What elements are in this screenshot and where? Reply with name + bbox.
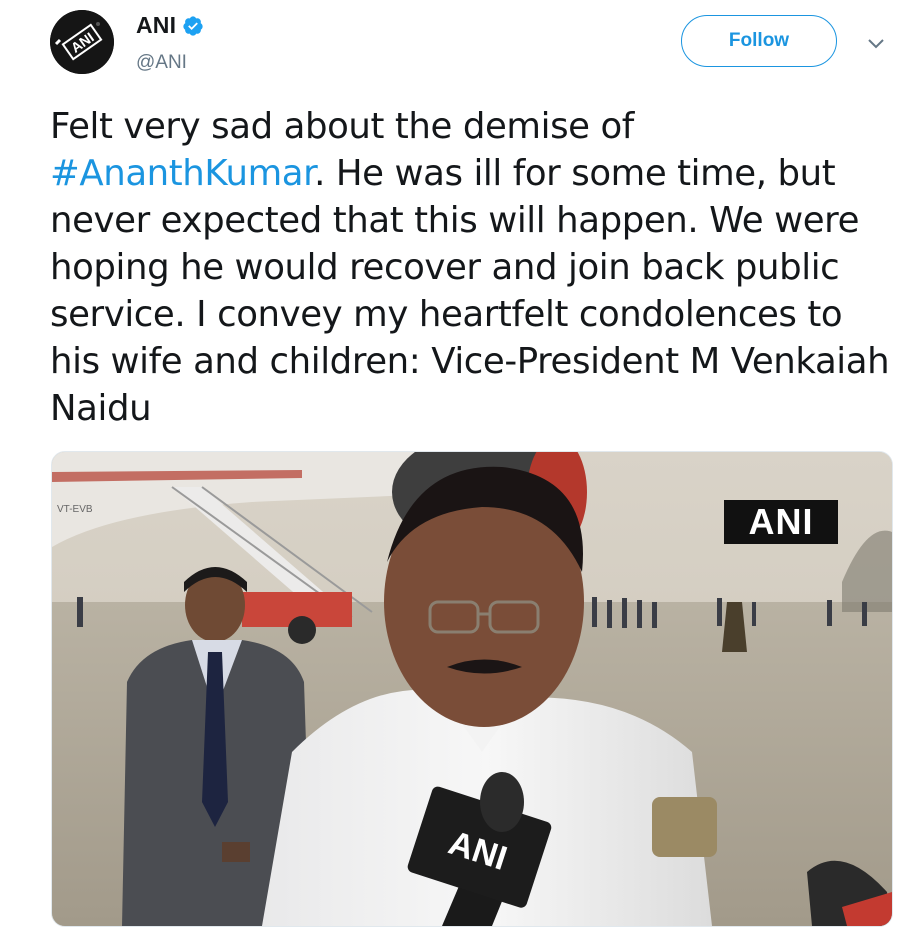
verified-badge-icon (183, 15, 203, 36)
ani-watermark: ANI (724, 500, 838, 544)
tweet-text-rest: . He was ill for some time, but never ex… (50, 153, 890, 429)
account-name-row[interactable]: ANI (136, 12, 204, 39)
hashtag-link[interactable]: #AnanthKumar (50, 153, 314, 194)
avatar[interactable]: ANI (50, 10, 114, 74)
tweet-photo[interactable]: VT-EVB ANI ANI (51, 451, 893, 927)
tweet-text-start: Felt very sad about the demise of (50, 106, 634, 147)
chevron-down-icon[interactable] (866, 36, 886, 52)
ani-logo-avatar-icon: ANI (50, 10, 114, 74)
follow-button[interactable]: Follow (681, 15, 837, 67)
tweet-text: Felt very sad about the demise of #Anant… (50, 103, 900, 432)
tweet-card: ANI ANI @ANI Follow Felt very sad about … (0, 0, 906, 934)
aircraft-registration: VT-EVB (57, 504, 93, 515)
account-handle[interactable]: @ANI (136, 52, 187, 74)
display-name[interactable]: ANI (136, 12, 176, 39)
